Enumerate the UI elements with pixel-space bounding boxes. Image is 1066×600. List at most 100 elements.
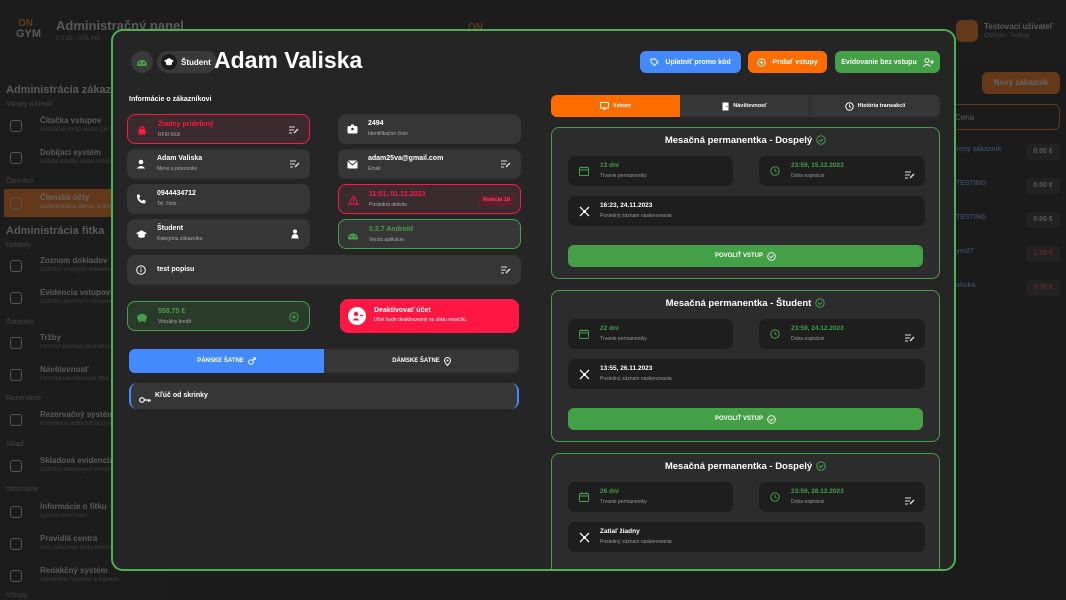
edit-list-icon — [501, 160, 511, 168]
allow-entry-button[interactable]: POVOLIŤ VSTUP — [568, 408, 923, 430]
tab-attendance[interactable]: Návštevnosť — [680, 95, 810, 117]
plus-circle-icon — [757, 57, 767, 67]
locker-room-tabs: PÁNSKE ŠATNE DÁMSKE ŠATNE — [129, 349, 519, 373]
tab-transaction-history[interactable]: História transakcií — [810, 95, 940, 117]
mail-icon — [346, 160, 358, 168]
column-header: Cena — [940, 104, 1060, 130]
edit-rfid-button[interactable] — [289, 125, 299, 135]
monitor-icon — [599, 102, 609, 110]
wallet-icon — [10, 152, 22, 164]
table-row[interactable]: aliska 0.35 € — [940, 276, 1064, 300]
sidebar-section: Členstvo — [6, 178, 34, 185]
deactivate-account-button[interactable]: Deaktivovať účet Účet bude deaktivovaný … — [340, 299, 519, 333]
sidebar-section: Sklad — [6, 441, 24, 448]
clock-icon — [770, 492, 780, 502]
check-circle-icon — [767, 251, 776, 261]
android-icon — [137, 60, 147, 66]
pass-expiry: 23:59, 28.12.2023 Doba expirácie — [759, 482, 925, 512]
change-category-button[interactable] — [290, 229, 300, 239]
app-version-card: 0.2.7 Android Verzia aplikácie — [338, 219, 521, 249]
male-icon — [247, 357, 256, 365]
clock-icon — [770, 166, 780, 176]
edit-email-button[interactable] — [501, 159, 511, 169]
chart-icon — [10, 369, 22, 381]
table-row[interactable]: TESTING 0.00 € — [940, 174, 1064, 198]
scan-icon — [579, 532, 589, 542]
users-icon — [10, 197, 22, 209]
sidebar-section: Doklady — [6, 242, 32, 249]
scan-icon — [579, 206, 589, 216]
pass-last-scan: 16:23, 24.11.2023 Posledný záznam nasken… — [568, 196, 925, 226]
section-title: Informácie o zákazníkovi — [129, 96, 212, 103]
phone-icon — [137, 194, 146, 204]
app-version: 0.0.83 - ONLINE — [56, 36, 101, 42]
rfid-card: Žiadny pridelený RFID kľúč — [127, 114, 310, 144]
sidebar-section: Rezervácie — [6, 395, 42, 402]
edit-expiry-button[interactable] — [905, 166, 915, 184]
tab-mens-locker[interactable]: PÁNSKE ŠATNE — [129, 349, 324, 373]
person-badge-icon — [291, 229, 299, 239]
edit-name-button[interactable] — [290, 159, 300, 169]
pass-card: Mesačná permanentka - Dospelý 13 dní Trv… — [551, 127, 940, 279]
full-name-card: Adam Valiska Meno a priezvisko — [127, 149, 310, 179]
lock-icon — [138, 126, 146, 135]
pass-last-scan: 13:55, 26.11.2023 Posledný záznam nasken… — [568, 359, 925, 389]
tab-entries[interactable]: Vstupy — [551, 95, 680, 117]
warehouse-icon — [10, 460, 22, 472]
receipt-icon — [10, 260, 22, 272]
warning-icon — [347, 195, 359, 205]
info-icon — [10, 506, 22, 518]
apply-promo-button[interactable]: Uplatniť promo kód — [640, 51, 741, 73]
pass-last-scan: Zatiaľ žiadny Posledný záznam naskenovan… — [568, 522, 925, 552]
locker-key-row[interactable]: Kľúč od skrinky — [129, 383, 519, 409]
sidebar-section: Štatistiky — [6, 319, 35, 326]
tab-womens-locker[interactable]: DÁMSKE ŠATNE — [324, 349, 519, 373]
graduation-cap-icon — [164, 58, 174, 66]
graduation-cap-icon — [135, 229, 147, 238]
gavel-icon — [10, 538, 22, 550]
record-without-entry-button[interactable]: Evidovanie bez vstupu — [835, 51, 940, 73]
key-icon — [139, 397, 151, 403]
pass-duration: 26 dní Trvanie permanentky — [568, 482, 733, 512]
edit-list-icon — [905, 497, 915, 505]
add-credit-button[interactable] — [289, 312, 299, 322]
allow-entry-button[interactable]: POVOLIŤ VSTUP — [568, 245, 923, 267]
pass-duration: 22 dní Trvanie permanentky — [568, 319, 733, 349]
shield-avatar-icon — [956, 20, 978, 42]
edit-expiry-button[interactable] — [905, 492, 915, 510]
calendar-icon — [579, 329, 589, 339]
edit-note-button[interactable] — [501, 265, 511, 275]
pass-card: Mesačná permanentka - Dospelý 26 dní Trv… — [551, 453, 940, 569]
table-row[interactable]: ym27 1.33 € — [940, 242, 1064, 266]
add-user-icon — [922, 57, 934, 67]
pass-title: Mesačná permanentka - Dospelý — [664, 135, 813, 146]
check-circle-icon — [816, 135, 826, 146]
news-icon — [10, 570, 22, 582]
tag-icon — [650, 58, 660, 66]
person-icon — [136, 159, 146, 169]
edit-list-icon — [290, 160, 300, 168]
table-row[interactable]: rený zákazník 0.00 € — [940, 140, 1064, 164]
credit-card: 558.75 € Virtuálny kredit — [127, 301, 310, 331]
detail-tabs: Vstupy Návštevnosť História transakcií — [551, 95, 940, 117]
check-circle-icon — [816, 461, 826, 472]
edit-list-icon — [905, 334, 915, 342]
customer-detail-modal: Študent Adam Valiska Uplatniť promo kód … — [111, 29, 956, 571]
sidebar-section: Vstupy a kredit — [6, 101, 53, 108]
list-icon — [10, 292, 22, 304]
scan-icon — [579, 369, 589, 379]
android-icon — [348, 233, 358, 239]
sidebar-heading: Administrácia fitka — [6, 225, 105, 237]
add-entries-button[interactable]: Pridať vstupy — [748, 51, 827, 73]
customer-name-title: Adam Valiska — [214, 47, 363, 73]
location-pin-icon — [443, 356, 451, 366]
email-card: adam25va@gmail.com Email — [338, 149, 521, 179]
pass-title: Mesačná permanentka - Študent — [665, 298, 812, 309]
new-customer-button[interactable]: Nový zákazník — [982, 72, 1060, 94]
edit-expiry-button[interactable] — [905, 329, 915, 347]
sidebar-section: Vstupy — [6, 592, 28, 599]
revenue-icon — [10, 337, 22, 349]
pass-title: Mesačná permanentka - Dospelý — [664, 461, 813, 472]
table-row[interactable]: TESTING 0.00 € — [940, 208, 1064, 232]
pass-duration: 13 dní Trvanie permanentky — [568, 156, 733, 186]
